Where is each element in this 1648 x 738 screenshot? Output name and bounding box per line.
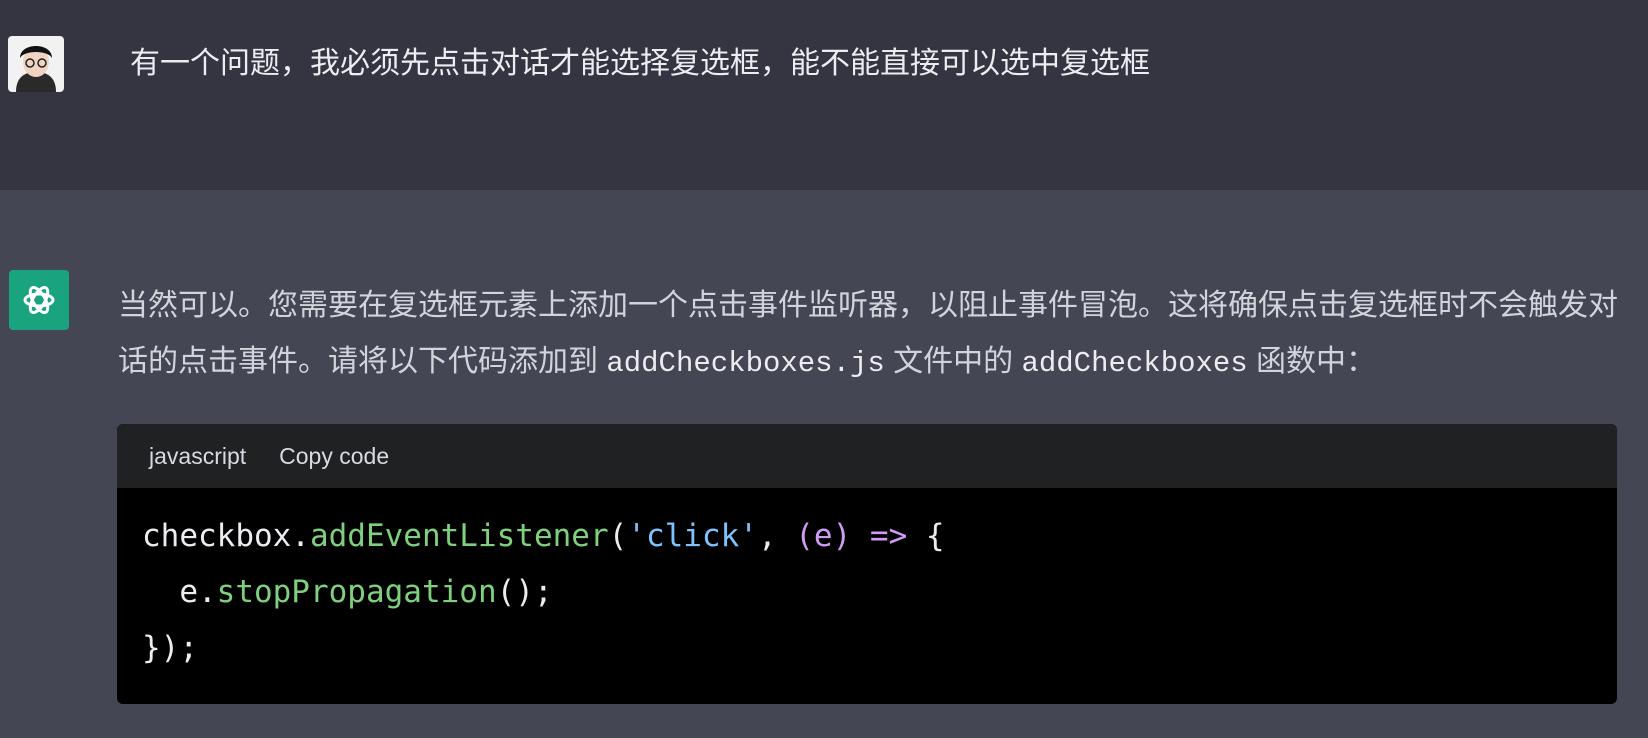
code-line-2: e.stopPropagation(); [142, 564, 1592, 620]
copy-code-button[interactable]: Copy code [279, 443, 389, 470]
inline-code-function: addCheckboxes [1021, 347, 1248, 380]
code-token: { [907, 518, 945, 554]
inline-code-filename: addCheckboxes.js [606, 347, 885, 380]
code-token: e. [142, 574, 217, 610]
user-message-text: 有一个问题，我必须先点击对话才能选择复选框，能不能直接可以选中复选框 [130, 47, 1150, 80]
code-token-string: 'click' [627, 518, 758, 554]
assistant-message-row: 当然可以。您需要在复选框元素上添加一个点击事件监听器，以阻止事件冒泡。这将确保点… [0, 190, 1648, 738]
code-token: checkbox. [142, 518, 310, 554]
code-language-label: javascript [149, 442, 247, 469]
code-block: javascript Copy code checkbox.addEventLi… [117, 424, 1617, 704]
code-token-method: stopPropagation [216, 574, 497, 610]
code-line-3: }); [142, 630, 198, 666]
code-line-1: checkbox.addEventListener('click', (e) =… [142, 508, 1592, 564]
assistant-message-text: 当然可以。您需要在复选框元素上添加一个点击事件监听器，以阻止事件冒泡。这将确保点… [118, 278, 1618, 392]
code-block-header: javascript Copy code [117, 424, 1617, 488]
assistant-text-part2: 文件中的 [884, 345, 1022, 378]
code-token-param: (e) [795, 518, 852, 554]
code-body: checkbox.addEventListener('click', (e) =… [117, 488, 1617, 696]
code-token: (); [496, 574, 553, 610]
chatgpt-logo-icon [9, 270, 69, 330]
code-token-arrow: => [851, 518, 908, 554]
assistant-text-part3: 函数中： [1247, 345, 1377, 378]
code-token-method: addEventListener [309, 518, 609, 554]
user-avatar [8, 36, 64, 92]
code-token: , [757, 518, 796, 554]
code-token: ( [608, 518, 628, 554]
user-message-row: 有一个问题，我必须先点击对话才能选择复选框，能不能直接可以选中复选框 [0, 0, 1648, 190]
